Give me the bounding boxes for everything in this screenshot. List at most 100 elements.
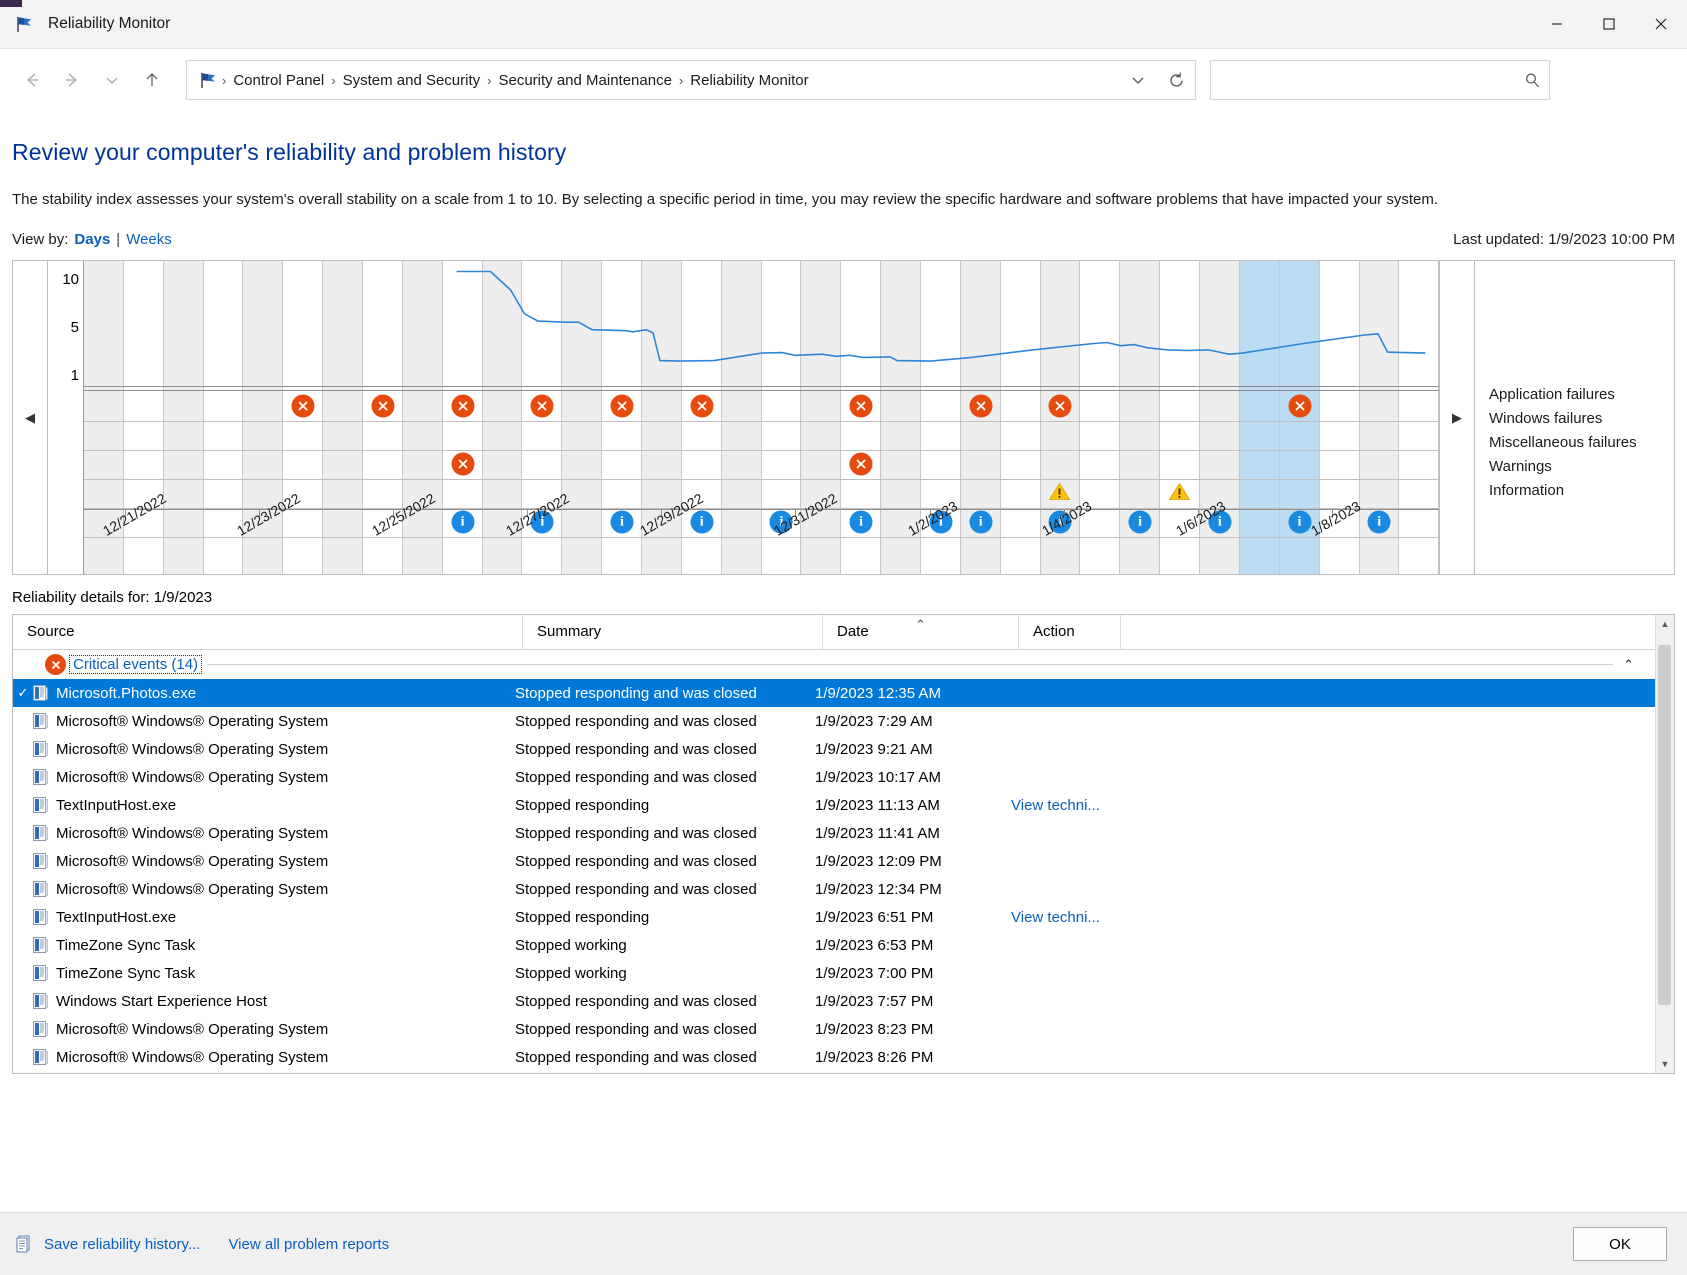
- table-row[interactable]: ✓ Microsoft.Photos.exe Stopped responding …: [13, 679, 1674, 707]
- up-button[interactable]: [132, 60, 172, 100]
- maximize-button[interactable]: [1583, 0, 1635, 48]
- row-source-label: TextInputHost.exe: [56, 908, 177, 926]
- table-header: Source Summary Date ⌃ Action: [13, 615, 1674, 650]
- table-row[interactable]: Microsoft® Windows® Operating System Stop…: [13, 1015, 1674, 1043]
- warning-marker[interactable]: [1049, 482, 1072, 505]
- chart-divider: [84, 390, 1439, 391]
- view-by-days-link[interactable]: Days: [74, 231, 110, 248]
- row-summary: Stopped responding and was closed: [515, 852, 757, 870]
- group-header-informational-events[interactable]: iInformational events (3)⌃: [13, 1071, 1674, 1073]
- row-source: Windows Start Experience Host: [33, 992, 515, 1010]
- application-failure-marker[interactable]: [1048, 394, 1072, 418]
- view-by-weeks-link[interactable]: Weeks: [126, 231, 172, 248]
- breadcrumb-item-reliability-monitor[interactable]: Reliability Monitor: [686, 72, 812, 89]
- file-icon: [33, 824, 48, 841]
- row-source: TimeZone Sync Task: [33, 936, 515, 954]
- breadcrumb[interactable]: › Control Panel › System and Security › …: [186, 60, 1196, 100]
- application-failure-marker[interactable]: [1288, 394, 1311, 418]
- application-failure-marker[interactable]: [610, 394, 634, 418]
- save-reliability-history-button[interactable]: Save reliability history...: [14, 1234, 200, 1254]
- table-row[interactable]: TextInputHost.exe Stopped responding 1/9/2…: [13, 903, 1674, 931]
- breadcrumb-item-security-and-maintenance[interactable]: Security and Maintenance: [494, 72, 675, 89]
- file-icon: [33, 768, 48, 785]
- view-all-problem-reports-button[interactable]: View all problem reports: [228, 1236, 389, 1253]
- table-row[interactable]: Microsoft® Windows® Operating System Stop…: [13, 707, 1674, 735]
- legend-item-warnings: Warnings: [1489, 458, 1552, 475]
- view-technical-details-link[interactable]: View techni...: [1011, 909, 1100, 926]
- application-failure-marker[interactable]: [371, 394, 395, 418]
- application-failure-marker[interactable]: [969, 394, 993, 418]
- chart-scroll-right-button[interactable]: ▶: [1439, 261, 1474, 574]
- application-failure-marker[interactable]: [291, 394, 315, 418]
- row-source-label: Microsoft® Windows® Operating System: [56, 712, 329, 730]
- column-header-summary[interactable]: Summary: [523, 615, 823, 649]
- row-summary: Stopped responding and was closed: [515, 768, 757, 786]
- row-date: 1/9/2023 12:34 PM: [815, 880, 942, 898]
- address-bar: › Control Panel › System and Security › …: [0, 49, 1687, 111]
- row-date: 1/9/2023 8:23 PM: [815, 1020, 934, 1038]
- forward-button[interactable]: [52, 60, 92, 100]
- recent-locations-button[interactable]: [92, 60, 132, 100]
- file-icon: [33, 992, 48, 1009]
- row-source: Microsoft® Windows® Operating System: [33, 852, 515, 870]
- scrollbar-thumb[interactable]: [1658, 645, 1671, 1005]
- row-source-label: Windows Start Experience Host: [56, 992, 267, 1010]
- column-header-action[interactable]: Action: [1019, 615, 1121, 649]
- y-tick-1: 1: [70, 367, 79, 384]
- warning-marker[interactable]: [1168, 482, 1191, 505]
- table-scrollbar[interactable]: ▲ ▼: [1655, 615, 1674, 1073]
- application-failure-marker[interactable]: [530, 394, 554, 418]
- row-source: Microsoft® Windows® Operating System: [33, 740, 515, 758]
- miscellaneous-failure-marker[interactable]: [451, 452, 475, 476]
- search-input[interactable]: [1211, 61, 1515, 99]
- miscellaneous-failure-marker[interactable]: [849, 452, 873, 476]
- row-summary: Stopped responding and was closed: [515, 880, 757, 898]
- ok-button[interactable]: OK: [1573, 1227, 1667, 1261]
- row-summary: Stopped responding: [515, 908, 650, 926]
- column-header-source[interactable]: Source: [13, 615, 523, 649]
- group-header-critical-events[interactable]: Critical events (14) ⌃: [13, 650, 1674, 679]
- table-row[interactable]: Microsoft® Windows® Operating System Stop…: [13, 735, 1674, 763]
- table-row[interactable]: Microsoft® Windows® Operating System Stop…: [13, 875, 1674, 903]
- row-source-label: TimeZone Sync Task: [56, 936, 196, 954]
- view-technical-details-link[interactable]: View techni...: [1011, 797, 1100, 814]
- group-label-critical-events[interactable]: Critical events (14): [68, 655, 203, 674]
- minimize-button[interactable]: [1531, 0, 1583, 48]
- sort-ascending-icon: ⌃: [915, 617, 926, 632]
- breadcrumb-separator: ›: [222, 72, 227, 88]
- refresh-icon[interactable]: [1157, 61, 1195, 99]
- row-summary: Stopped responding and was closed: [515, 992, 757, 1010]
- chart-row-windows-failures: [84, 421, 1439, 451]
- chart-plot-area[interactable]: iiiiiiiiiiiii 12/21/2022 12/23/2022 12/25/…: [84, 261, 1439, 574]
- table-row[interactable]: TimeZone Sync Task Stopped working 1/9/202…: [13, 931, 1674, 959]
- chevron-down-icon[interactable]: [1119, 61, 1157, 99]
- file-icon: [33, 852, 48, 869]
- table-row[interactable]: Microsoft® Windows® Operating System Stop…: [13, 1043, 1674, 1071]
- close-button[interactable]: [1635, 0, 1687, 48]
- view-all-problem-reports-label: View all problem reports: [228, 1235, 390, 1253]
- application-failure-marker[interactable]: [690, 394, 714, 418]
- row-source-label: Microsoft® Windows® Operating System: [56, 852, 329, 870]
- file-icon: [33, 712, 48, 729]
- legend-item-information: Information: [1489, 482, 1565, 499]
- application-failure-marker[interactable]: [451, 394, 475, 418]
- table-row[interactable]: Windows Start Experience Host Stopped res…: [13, 987, 1674, 1015]
- collapse-icon[interactable]: ⌃: [1623, 657, 1634, 673]
- file-icon: [33, 936, 48, 953]
- search-box[interactable]: [1210, 60, 1550, 100]
- table-row[interactable]: TimeZone Sync Task Stopped working 1/9/202…: [13, 959, 1674, 987]
- column-header-date[interactable]: Date ⌃: [823, 615, 1019, 649]
- table-row[interactable]: Microsoft® Windows® Operating System Stop…: [13, 847, 1674, 875]
- back-button[interactable]: [12, 60, 52, 100]
- breadcrumb-item-system-and-security[interactable]: System and Security: [339, 72, 485, 89]
- row-source: TextInputHost.exe: [33, 908, 515, 926]
- chart-scroll-left-button[interactable]: ◀: [13, 261, 48, 574]
- application-failure-marker[interactable]: [849, 394, 873, 418]
- title-bar: Reliability Monitor: [0, 0, 1687, 49]
- table-row[interactable]: TextInputHost.exe Stopped responding 1/9/2…: [13, 791, 1674, 819]
- table-row[interactable]: Microsoft® Windows® Operating System Stop…: [13, 819, 1674, 847]
- breadcrumb-item-control-panel[interactable]: Control Panel: [229, 72, 328, 89]
- scroll-up-icon[interactable]: ▲: [1656, 615, 1674, 633]
- table-row[interactable]: Microsoft® Windows® Operating System Stop…: [13, 763, 1674, 791]
- scroll-down-icon[interactable]: ▼: [1656, 1055, 1674, 1073]
